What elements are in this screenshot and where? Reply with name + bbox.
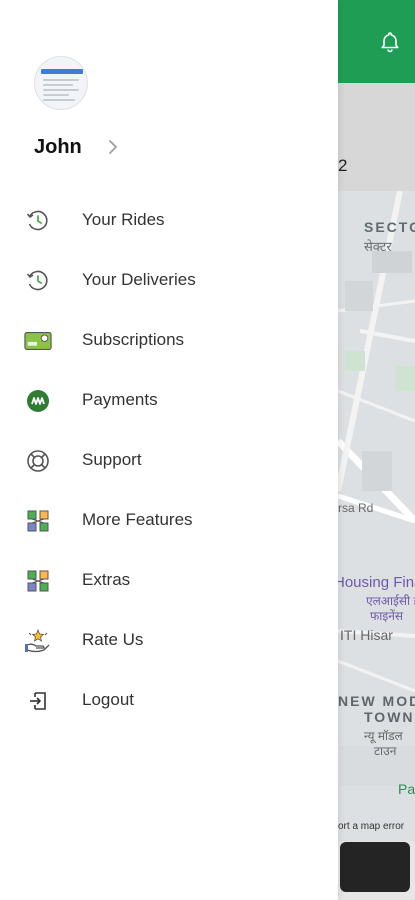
report-map-error-link[interactable]: ort a map error (338, 821, 404, 832)
map-label: TOWN (364, 709, 415, 725)
menu-item-logout[interactable]: Logout (0, 670, 338, 730)
user-name[interactable]: John (34, 136, 82, 159)
strip-number: 2 (338, 156, 348, 175)
map-label: Pa (398, 781, 415, 797)
bottom-action-button[interactable] (340, 842, 410, 892)
payments-icon (24, 388, 52, 414)
clock-history-icon (24, 268, 52, 294)
menu-item-support[interactable]: Support (0, 430, 338, 490)
map-label: SECTO (364, 219, 415, 235)
map-label: NEW MOD (338, 693, 415, 709)
clock-history-icon (24, 208, 52, 234)
rate-hand-icon (24, 628, 52, 654)
chevron-right-icon[interactable] (106, 136, 120, 158)
map-label: ITI Hisar (340, 627, 393, 643)
menu-item-your-deliveries[interactable]: Your Deliveries (0, 250, 338, 310)
features-grid-icon (24, 568, 52, 594)
map-label: टाउन (374, 744, 397, 758)
features-grid-icon (24, 508, 52, 534)
menu-item-extras[interactable]: Extras (0, 550, 338, 610)
menu-item-label: Support (82, 450, 142, 469)
menu-item-label: Your Deliveries (82, 270, 196, 289)
map-label: फाइनेंस (370, 609, 404, 623)
menu-item-rate-us[interactable]: Rate Us (0, 610, 338, 670)
navigation-drawer: John Your Rides Your Deliveries Subscrip… (0, 0, 338, 900)
menu-item-subscriptions[interactable]: Subscriptions (0, 310, 338, 370)
menu-item-label: Payments (82, 390, 158, 409)
menu-item-label: Extras (82, 570, 131, 589)
avatar[interactable] (34, 56, 88, 110)
menu-item-label: Rate Us (82, 630, 144, 649)
bell-icon[interactable] (372, 24, 408, 60)
menu-item-more-features[interactable]: More Features (0, 490, 338, 550)
menu-item-label: Your Rides (82, 210, 165, 229)
lifebuoy-icon (24, 448, 52, 474)
map-label: rsa Rd (338, 501, 374, 515)
menu-item-label: More Features (82, 510, 193, 529)
map-label: सेक्टर (364, 239, 392, 254)
menu-item-label: Logout (82, 690, 134, 709)
map-label: Housing Fina (334, 574, 415, 591)
avatar-image (41, 69, 83, 74)
logout-icon (24, 688, 52, 714)
card-icon (24, 328, 52, 354)
menu-item-label: Subscriptions (82, 330, 185, 349)
menu-item-your-rides[interactable]: Your Rides (0, 190, 338, 250)
menu-item-payments[interactable]: Payments (0, 370, 338, 430)
